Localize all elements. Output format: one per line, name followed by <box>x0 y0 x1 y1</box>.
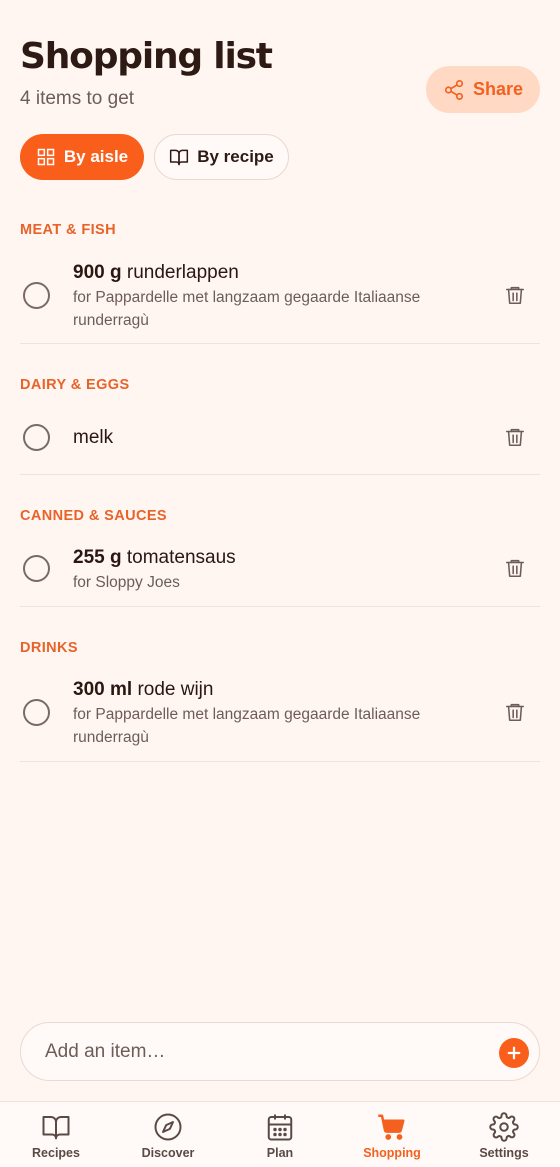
add-item-bar <box>20 1022 540 1081</box>
item-name: melk <box>73 427 114 448</box>
list-item: 900 g runderlappen for Pappardelle met l… <box>20 250 540 344</box>
item-note: for Pappardelle met langzaam gegaarde It… <box>73 289 421 329</box>
tab-by-aisle-label: By aisle <box>63 147 129 166</box>
grid-icon <box>37 148 55 166</box>
item-checkbox[interactable] <box>23 424 50 451</box>
tab-by-aisle[interactable]: By aisle <box>20 134 144 180</box>
section-label-canned-sauces: CANNED & SAUCES <box>20 508 167 524</box>
share-icon <box>444 79 464 100</box>
item-count-subtitle: 4 items to get <box>20 88 135 109</box>
nav-item-discover[interactable]: Discover <box>112 1102 224 1167</box>
item-title: 300 ml rode wijn <box>73 679 213 701</box>
section-label-drinks: DRINKS <box>20 640 78 656</box>
section-label-dairy-eggs: DAIRY & EGGS <box>20 377 130 393</box>
list-item: 300 ml rode wijn for Pappardelle met lan… <box>20 668 540 762</box>
tab-by-recipe-label: By recipe <box>197 147 274 166</box>
trash-icon[interactable] <box>504 425 526 449</box>
plus-icon <box>507 1046 521 1060</box>
item-note: for Pappardelle met langzaam gegaarde It… <box>73 706 421 746</box>
nav-item-settings[interactable]: Settings <box>448 1102 560 1167</box>
compass-icon <box>154 1113 182 1141</box>
item-quantity: 255 g <box>73 547 122 568</box>
nav-label-plan: Plan <box>266 1146 294 1160</box>
page-title: Shopping list <box>20 36 273 77</box>
nav-item-plan[interactable]: Plan <box>224 1102 336 1167</box>
section-label-meat-fish: MEAT & FISH <box>20 222 116 238</box>
item-note: for Sloppy Joes <box>73 574 180 591</box>
nav-label-settings: Settings <box>479 1146 529 1160</box>
item-checkbox[interactable] <box>23 699 50 726</box>
add-item-input[interactable] <box>45 1041 485 1063</box>
list-item: 255 g tomatensaus for Sloppy Joes <box>20 536 540 607</box>
book-open-icon <box>170 149 189 166</box>
item-name: rode wijn <box>137 679 214 700</box>
nav-item-shopping[interactable]: Shopping <box>336 1102 448 1167</box>
bottom-nav: Recipes Discover Plan Shopping Settings <box>0 1101 560 1167</box>
item-title: melk <box>73 427 113 449</box>
item-title: 255 g tomatensaus <box>73 547 236 569</box>
list-item: melk <box>20 404 540 475</box>
gear-icon <box>489 1112 519 1142</box>
item-quantity: 300 ml <box>73 679 133 700</box>
item-checkbox[interactable] <box>23 282 50 309</box>
trash-icon[interactable] <box>504 700 526 724</box>
add-item-button[interactable] <box>499 1038 529 1068</box>
item-name: runderlappen <box>126 262 239 283</box>
share-button[interactable]: Share <box>426 66 540 113</box>
item-checkbox[interactable] <box>23 555 50 582</box>
nav-label-discover: Discover <box>141 1146 195 1160</box>
share-button-label: Share <box>472 79 524 99</box>
nav-item-recipes[interactable]: Recipes <box>0 1102 112 1167</box>
nav-label-shopping: Shopping <box>363 1146 421 1160</box>
item-title: 900 g runderlappen <box>73 262 239 284</box>
item-name: tomatensaus <box>126 547 236 568</box>
item-quantity: 900 g <box>73 262 122 283</box>
book-icon <box>42 1116 70 1140</box>
cart-icon <box>378 1114 405 1140</box>
trash-icon[interactable] <box>504 283 526 307</box>
nav-label-recipes: Recipes <box>32 1146 80 1160</box>
calendar-icon <box>267 1114 293 1141</box>
trash-icon[interactable] <box>504 556 526 580</box>
tab-by-recipe[interactable]: By recipe <box>154 134 289 180</box>
